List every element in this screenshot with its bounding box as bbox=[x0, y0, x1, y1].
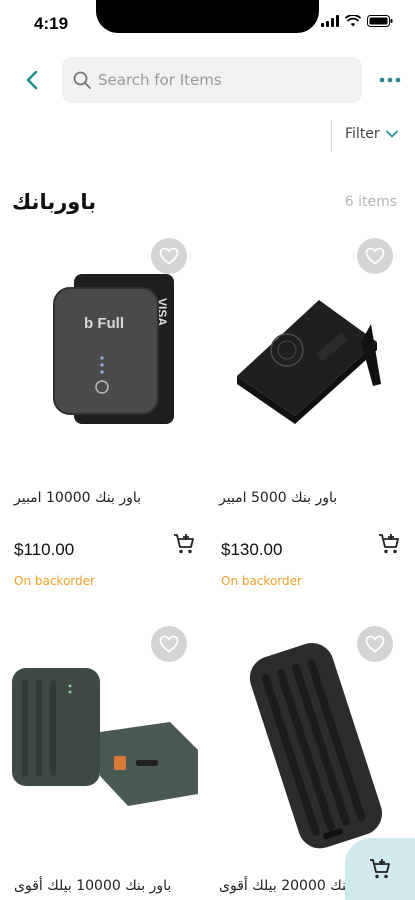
chevron-left-icon bbox=[26, 70, 38, 90]
wireless-charger-image bbox=[237, 300, 381, 424]
power-bank-image bbox=[249, 643, 383, 849]
top-bar bbox=[0, 56, 415, 106]
power-bank-image: VISA b Full bbox=[53, 274, 174, 424]
battery-icon bbox=[367, 15, 393, 27]
status-icons bbox=[321, 15, 393, 27]
product-image[interactable] bbox=[10, 626, 210, 856]
stock-status: On backorder bbox=[221, 574, 302, 588]
product-name[interactable]: باور بنك 10000 بيلك أقوى bbox=[14, 878, 171, 894]
category-header: باوربانك 6 items bbox=[0, 190, 415, 220]
more-horizontal-icon bbox=[379, 77, 401, 83]
product-price: $130.00 bbox=[221, 540, 283, 559]
cart-floating-button[interactable] bbox=[345, 838, 415, 900]
heart-icon bbox=[159, 247, 179, 265]
chevron-down-icon bbox=[385, 130, 398, 138]
product-name[interactable]: باور بنك 5000 امبير bbox=[219, 490, 337, 506]
filter-divider bbox=[331, 120, 332, 152]
status-time: 4:19 bbox=[34, 14, 69, 33]
search-icon bbox=[73, 71, 91, 89]
device-notch bbox=[96, 0, 319, 33]
product-image[interactable]: VISA b Full bbox=[10, 238, 210, 468]
favorite-button[interactable] bbox=[357, 626, 393, 662]
product-name[interactable]: باور بنك 10000 امبير bbox=[14, 490, 141, 506]
product-image[interactable] bbox=[215, 626, 415, 856]
cart-plus-icon bbox=[370, 859, 390, 879]
back-button[interactable] bbox=[18, 66, 46, 94]
product-price: $110.00 bbox=[14, 540, 75, 559]
svg-text:b Full: b Full bbox=[84, 315, 124, 332]
search-input[interactable] bbox=[98, 71, 338, 89]
more-options-button[interactable] bbox=[377, 68, 403, 92]
filter-button[interactable]: Filter bbox=[345, 126, 398, 142]
heart-icon bbox=[159, 635, 179, 653]
favorite-button[interactable] bbox=[151, 626, 187, 662]
search-bar[interactable] bbox=[62, 57, 362, 103]
filter-row: Filter bbox=[0, 118, 415, 154]
product-image[interactable] bbox=[215, 238, 415, 468]
wifi-icon bbox=[345, 15, 361, 27]
cart-plus-icon[interactable] bbox=[172, 532, 196, 556]
status-bar: 4:19 bbox=[0, 0, 415, 48]
heart-icon bbox=[365, 635, 385, 653]
heart-icon bbox=[365, 247, 385, 265]
signal-icon bbox=[321, 15, 339, 27]
items-count: 6 items bbox=[344, 194, 397, 210]
favorite-button[interactable] bbox=[357, 238, 393, 274]
filter-label: Filter bbox=[345, 126, 380, 142]
power-bank-image bbox=[12, 668, 198, 806]
category-title: باوربانك bbox=[12, 190, 97, 214]
cart-plus-icon[interactable] bbox=[377, 532, 401, 556]
favorite-button[interactable] bbox=[151, 238, 187, 274]
stock-status: On backorder bbox=[14, 574, 95, 588]
